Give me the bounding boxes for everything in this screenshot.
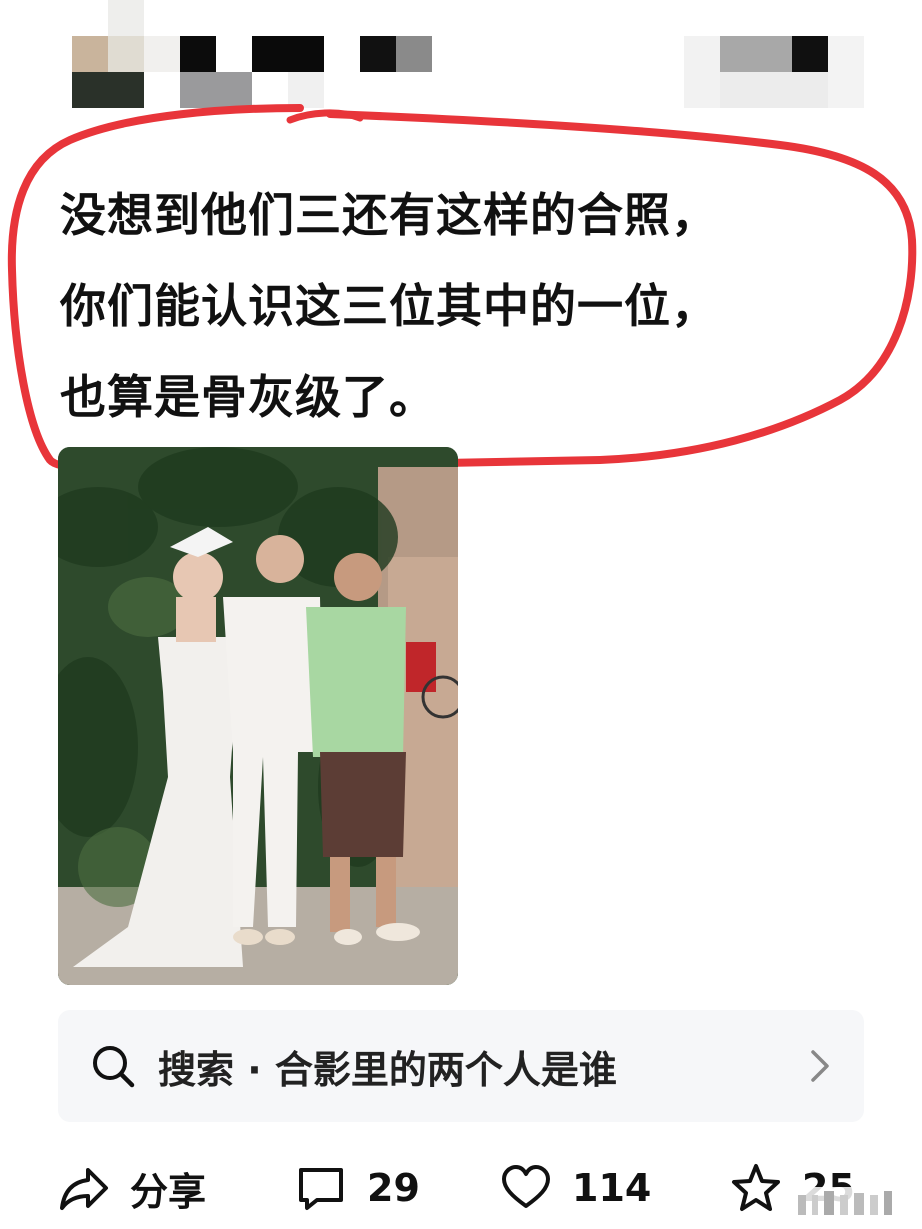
comment-button[interactable]: 29 bbox=[295, 1158, 420, 1218]
post-text: 没想到他们三还有这样的合照， 你们能认识这三位其中的一位， 也算是骨灰级了。 bbox=[60, 170, 860, 443]
post-line: 没想到他们三还有这样的合照， bbox=[60, 188, 718, 242]
comment-count: 29 bbox=[367, 1166, 420, 1210]
like-count: 114 bbox=[572, 1166, 652, 1210]
wedding-photo[interactable] bbox=[58, 447, 458, 985]
chevron-right-icon bbox=[811, 1050, 829, 1082]
post-line: 也算是骨灰级了。 bbox=[60, 370, 436, 424]
action-bar: 分享 29 114 25 bbox=[0, 1150, 922, 1229]
share-button[interactable]: 分享 bbox=[58, 1158, 206, 1218]
like-button[interactable]: 114 bbox=[500, 1158, 651, 1218]
search-suggestion-label: 搜索 · 合影里的两个人是谁 bbox=[158, 1047, 617, 1092]
comment-icon bbox=[299, 1168, 343, 1210]
heart-icon bbox=[502, 1165, 550, 1208]
star-icon bbox=[732, 1164, 780, 1211]
share-label: 分享 bbox=[130, 1169, 207, 1214]
search-icon bbox=[93, 1046, 135, 1088]
related-search-bar[interactable]: 搜索 · 合影里的两个人是谁 bbox=[58, 1010, 864, 1122]
share-icon bbox=[60, 1168, 108, 1210]
post-header bbox=[0, 0, 922, 120]
post-line: 你们能认识这三位其中的一位， bbox=[60, 279, 718, 333]
watermark-logo bbox=[788, 1187, 898, 1223]
